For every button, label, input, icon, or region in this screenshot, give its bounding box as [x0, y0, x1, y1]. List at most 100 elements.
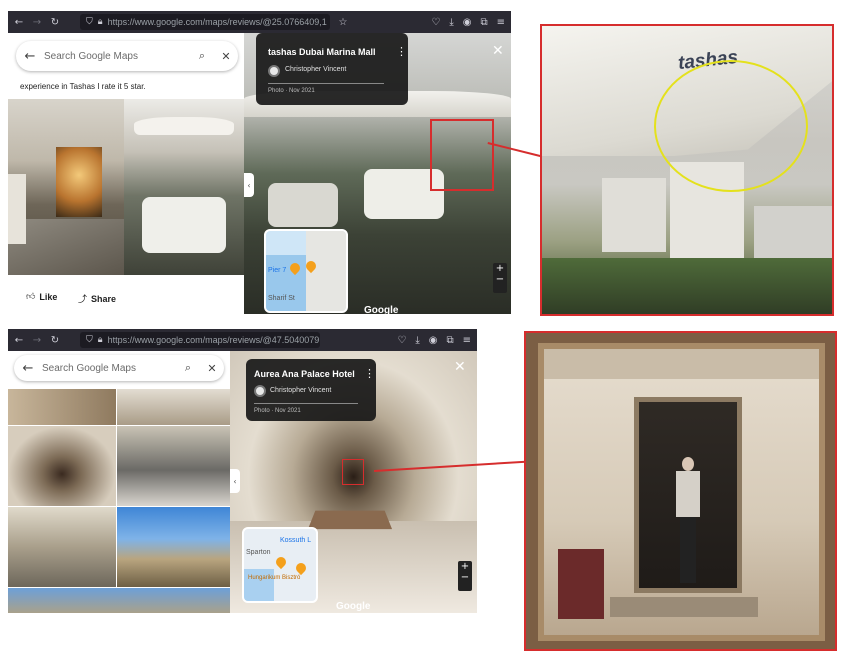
photo-viewer[interactable]: tashas Dubai Marina Mall ⋮ Christopher V…	[244, 33, 511, 314]
photo-date: Photo · Nov 2021	[254, 408, 301, 414]
extensions-icon[interactable]: ⧉	[480, 17, 487, 28]
reload-icon[interactable]: ↻	[48, 335, 62, 346]
review-photo-corridor[interactable]	[8, 426, 116, 506]
yellow-highlight-circle	[654, 60, 808, 192]
browser-toolbar: ← → ↻ ⛉ 🔒︎ https://www.google.com/maps/r…	[8, 329, 477, 351]
location-pin-icon	[273, 554, 289, 570]
review-photo-restaurant[interactable]	[8, 99, 124, 275]
forward-nav-icon[interactable]: →	[30, 335, 44, 346]
close-icon[interactable]: ✕	[200, 362, 224, 375]
close-icon[interactable]: ✕	[214, 50, 238, 63]
review-photo-dining-hall[interactable]	[117, 426, 230, 506]
like-label: Like	[39, 292, 58, 302]
menu-icon[interactable]: ≡	[497, 17, 505, 28]
menu-icon[interactable]: ≡	[463, 335, 471, 346]
minimap-place-label: Sparton	[246, 549, 271, 556]
address-bar[interactable]: ⛉ 🔒︎ https://www.google.com/maps/reviews…	[80, 14, 330, 30]
extensions-icon[interactable]: ⧉	[446, 335, 453, 346]
collapse-panel-button[interactable]: ‹	[244, 173, 254, 197]
person-figure	[674, 457, 702, 587]
close-icon[interactable]: ✕	[454, 359, 466, 375]
zoom-control[interactable]: + −	[458, 561, 472, 591]
place-title[interactable]: tashas Dubai Marina Mall	[268, 47, 376, 57]
photo-progress-bar	[254, 403, 358, 404]
top-screenshot: ← → ↻ ⛉ 🔒︎ https://www.google.com/maps/r…	[8, 11, 511, 314]
pocket-icon[interactable]: ♡	[397, 335, 406, 346]
author-name[interactable]: Christopher Vincent	[270, 387, 331, 394]
photo-info-card: Aurea Ana Palace Hotel ⋮ Christopher Vin…	[246, 359, 376, 421]
share-icon: ⤴	[78, 295, 88, 305]
back-arrow-icon[interactable]: ←	[16, 49, 44, 64]
url-text: https://www.google.com/maps/reviews/@47.…	[107, 335, 320, 345]
minimap-place-label: Kossuth L	[280, 537, 312, 544]
zoom-out-button[interactable]: −	[493, 274, 507, 285]
address-bar[interactable]: ⛉ 🔒︎ https://www.google.com/maps/reviews…	[80, 332, 320, 348]
photo-viewer[interactable]: Aurea Ana Palace Hotel ⋮ Christopher Vin…	[230, 351, 477, 613]
review-photo-partial[interactable]	[8, 588, 230, 613]
photo-date: Photo · Nov 2021	[268, 88, 315, 94]
share-button[interactable]: ⤴ Share	[78, 292, 117, 306]
side-panel: ← Search Google Maps ⌕ ✕ experience in T…	[8, 33, 244, 314]
zoomed-umbrella-image: tashas	[540, 24, 834, 316]
zoom-in-button[interactable]: +	[458, 561, 472, 572]
search-box[interactable]: ← Search Google Maps ⌕ ✕	[14, 355, 224, 381]
lock-icon: 🔒︎	[97, 17, 103, 27]
more-options-icon[interactable]: ⋮	[396, 45, 407, 58]
thumbs-up-icon: 👍︎	[26, 292, 36, 302]
url-text: https://www.google.com/maps/reviews/@25.…	[107, 17, 327, 27]
minimap[interactable]: Kossuth L Sparton Hungarikum Bisztró	[242, 527, 318, 603]
photo-progress-bar	[268, 83, 384, 84]
google-logo: Google	[364, 305, 399, 314]
highlight-box	[430, 119, 494, 191]
google-logo: Google	[336, 601, 371, 612]
account-icon[interactable]: ◉	[429, 335, 438, 346]
side-panel: ← Search Google Maps ⌕ ✕	[8, 351, 230, 613]
search-icon[interactable]: ⌕	[190, 49, 214, 63]
minimap-street-label: Sharif St	[268, 295, 295, 302]
download-icon[interactable]: ⤓	[449, 17, 453, 28]
bottom-screenshot: ← → ↻ ⛉ 🔒︎ https://www.google.com/maps/r…	[8, 329, 477, 613]
zoomed-corridor-image	[524, 331, 837, 651]
back-arrow-icon[interactable]: ←	[14, 361, 42, 376]
collapse-panel-button[interactable]: ‹	[230, 469, 240, 493]
highlight-box	[342, 459, 364, 485]
like-button[interactable]: 👍︎ Like	[26, 292, 57, 302]
photo-info-card: tashas Dubai Marina Mall ⋮ Christopher V…	[256, 33, 408, 105]
back-nav-icon[interactable]: ←	[12, 17, 26, 28]
close-icon[interactable]: ✕	[492, 43, 504, 59]
back-nav-icon[interactable]: ←	[12, 335, 26, 346]
avatar	[268, 65, 280, 77]
search-box[interactable]: ← Search Google Maps ⌕ ✕	[16, 41, 238, 71]
author-name[interactable]: Christopher Vincent	[285, 66, 346, 73]
avatar	[254, 385, 266, 397]
forward-nav-icon[interactable]: →	[30, 17, 44, 28]
browser-toolbar: ← → ↻ ⛉ 🔒︎ https://www.google.com/maps/r…	[8, 11, 511, 33]
review-photo-room[interactable]	[8, 389, 116, 425]
zoom-in-button[interactable]: +	[493, 263, 507, 274]
shield-icon: ⛉	[86, 17, 93, 27]
download-icon[interactable]: ⤓	[415, 335, 419, 346]
review-photo-restaurant-hall[interactable]	[8, 507, 116, 587]
bookmark-star-icon[interactable]: ☆	[336, 17, 350, 28]
shield-icon: ⛉	[86, 335, 93, 345]
pocket-icon[interactable]: ♡	[431, 17, 440, 28]
search-icon[interactable]: ⌕	[176, 361, 200, 375]
review-text: experience in Tashas I rate it 5 star.	[20, 82, 146, 91]
search-input[interactable]: Search Google Maps	[44, 51, 190, 62]
zoom-control[interactable]: + −	[493, 263, 507, 293]
review-photo-bedroom[interactable]	[117, 389, 230, 425]
review-photo-terrace[interactable]	[124, 99, 244, 275]
review-photo-castle[interactable]	[117, 507, 230, 587]
lock-icon: 🔒︎	[97, 335, 103, 345]
share-label: Share	[91, 293, 117, 304]
place-title[interactable]: Aurea Ana Palace Hotel	[254, 369, 355, 379]
more-options-icon[interactable]: ⋮	[364, 367, 375, 380]
minimap-place-label: Hungarikum Bisztró	[248, 575, 301, 581]
search-input[interactable]: Search Google Maps	[42, 363, 176, 374]
account-icon[interactable]: ◉	[463, 17, 472, 28]
minimap[interactable]: Pier 7 Sharif St	[264, 229, 348, 313]
zoom-out-button[interactable]: −	[458, 572, 472, 583]
reload-icon[interactable]: ↻	[48, 17, 62, 28]
minimap-place-label: Pier 7	[268, 267, 287, 274]
location-pin-icon	[293, 560, 309, 576]
